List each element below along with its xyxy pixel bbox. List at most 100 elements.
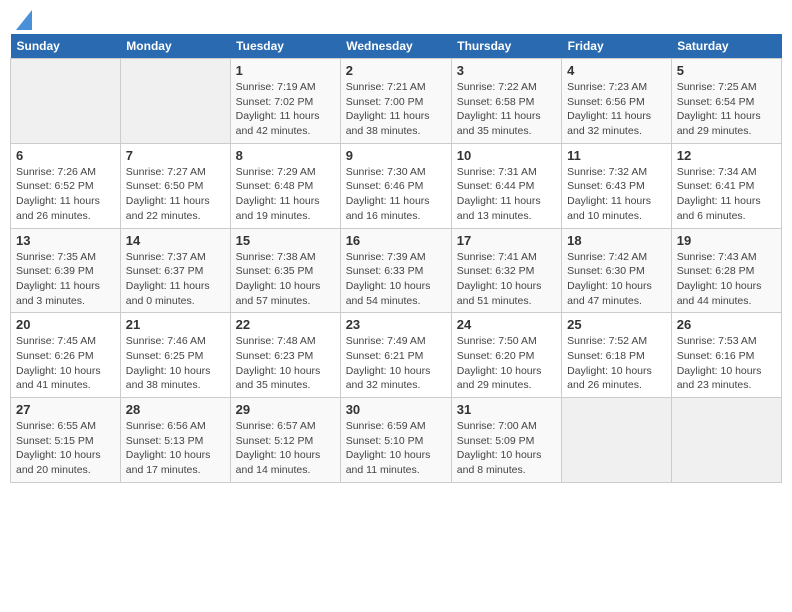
day-info: Sunrise: 7:45 AM Sunset: 6:26 PM Dayligh… — [16, 334, 115, 393]
day-info: Sunrise: 7:53 AM Sunset: 6:16 PM Dayligh… — [677, 334, 776, 393]
day-info: Sunrise: 7:26 AM Sunset: 6:52 PM Dayligh… — [16, 165, 115, 224]
calendar-cell — [11, 59, 121, 144]
day-number: 5 — [677, 63, 776, 78]
calendar-cell: 29 Sunrise: 6:57 AM Sunset: 5:12 PM Dayli… — [230, 398, 340, 483]
day-number: 26 — [677, 317, 776, 332]
calendar-cell — [562, 398, 672, 483]
calendar-cell: 2Sunrise: 7:21 AM Sunset: 7:00 PM Daylig… — [340, 59, 451, 144]
day-number: 21 — [126, 317, 225, 332]
day-info: Sunrise: 7:48 AM Sunset: 6:23 PM Dayligh… — [236, 334, 335, 393]
calendar-cell — [671, 398, 781, 483]
day-info: Sunrise: 7:31 AM Sunset: 6:44 PM Dayligh… — [457, 165, 556, 224]
calendar-cell: 3 Sunrise: 7:22 AM Sunset: 6:58 PM Daylig… — [451, 59, 561, 144]
day-number: 19 — [677, 233, 776, 248]
day-info: Sunrise: 7:25 AM Sunset: 6:54 PM Dayligh… — [677, 80, 776, 139]
day-number: 16 — [346, 233, 446, 248]
day-info: Sunrise: 7:38 AM Sunset: 6:35 PM Dayligh… — [236, 250, 335, 309]
logo-triangle-icon — [16, 10, 32, 30]
day-info: Sunrise: 7:42 AM Sunset: 6:30 PM Dayligh… — [567, 250, 666, 309]
day-number: 12 — [677, 148, 776, 163]
day-info: Sunrise: 7:27 AM Sunset: 6:50 PM Dayligh… — [126, 165, 225, 224]
calendar-cell: 11 Sunrise: 7:32 AM Sunset: 6:43 PM Dayli… — [562, 143, 672, 228]
calendar-cell: 26 Sunrise: 7:53 AM Sunset: 6:16 PM Dayli… — [671, 313, 781, 398]
day-number: 15 — [236, 233, 335, 248]
day-info: Sunrise: 7:30 AM Sunset: 6:46 PM Dayligh… — [346, 165, 446, 224]
day-number: 13 — [16, 233, 115, 248]
day-info: Sunrise: 7:32 AM Sunset: 6:43 PM Dayligh… — [567, 165, 666, 224]
day-info: Sunrise: 7:37 AM Sunset: 6:37 PM Dayligh… — [126, 250, 225, 309]
page-header — [10, 10, 782, 26]
day-number: 10 — [457, 148, 556, 163]
calendar-cell: 13 Sunrise: 7:35 AM Sunset: 6:39 PM Dayli… — [11, 228, 121, 313]
calendar-cell: 5 Sunrise: 7:25 AM Sunset: 6:54 PM Daylig… — [671, 59, 781, 144]
day-info: Sunrise: 6:57 AM Sunset: 5:12 PM Dayligh… — [236, 419, 335, 478]
day-info: Sunrise: 7:34 AM Sunset: 6:41 PM Dayligh… — [677, 165, 776, 224]
day-number: 7 — [126, 148, 225, 163]
weekday-header: Monday — [120, 34, 230, 59]
day-info: Sunrise: 7:21 AM Sunset: 7:00 PM Dayligh… — [346, 80, 446, 139]
day-info: Sunrise: 7:50 AM Sunset: 6:20 PM Dayligh… — [457, 334, 556, 393]
day-number: 6 — [16, 148, 115, 163]
calendar-cell: 22 Sunrise: 7:48 AM Sunset: 6:23 PM Dayli… — [230, 313, 340, 398]
calendar-cell: 18Sunrise: 7:42 AM Sunset: 6:30 PM Dayli… — [562, 228, 672, 313]
day-info: Sunrise: 6:59 AM Sunset: 5:10 PM Dayligh… — [346, 419, 446, 478]
calendar-table: SundayMondayTuesdayWednesdayThursdayFrid… — [10, 34, 782, 483]
day-number: 31 — [457, 402, 556, 417]
day-number: 27 — [16, 402, 115, 417]
calendar-week-row: 13 Sunrise: 7:35 AM Sunset: 6:39 PM Dayli… — [11, 228, 782, 313]
day-info: Sunrise: 7:35 AM Sunset: 6:39 PM Dayligh… — [16, 250, 115, 309]
day-info: Sunrise: 7:41 AM Sunset: 6:32 PM Dayligh… — [457, 250, 556, 309]
weekday-header: Wednesday — [340, 34, 451, 59]
calendar-cell: 25Sunrise: 7:52 AM Sunset: 6:18 PM Dayli… — [562, 313, 672, 398]
calendar-cell: 10 Sunrise: 7:31 AM Sunset: 6:44 PM Dayli… — [451, 143, 561, 228]
day-info: Sunrise: 6:56 AM Sunset: 5:13 PM Dayligh… — [126, 419, 225, 478]
day-info: Sunrise: 7:29 AM Sunset: 6:48 PM Dayligh… — [236, 165, 335, 224]
calendar-cell: 8Sunrise: 7:29 AM Sunset: 6:48 PM Daylig… — [230, 143, 340, 228]
day-number: 14 — [126, 233, 225, 248]
calendar-cell: 1 Sunrise: 7:19 AM Sunset: 7:02 PM Daylig… — [230, 59, 340, 144]
day-info: Sunrise: 7:23 AM Sunset: 6:56 PM Dayligh… — [567, 80, 666, 139]
calendar-cell: 16 Sunrise: 7:39 AM Sunset: 6:33 PM Dayli… — [340, 228, 451, 313]
weekday-header-row: SundayMondayTuesdayWednesdayThursdayFrid… — [11, 34, 782, 59]
calendar-cell: 19Sunrise: 7:43 AM Sunset: 6:28 PM Dayli… — [671, 228, 781, 313]
day-number: 20 — [16, 317, 115, 332]
calendar-cell: 28 Sunrise: 6:56 AM Sunset: 5:13 PM Dayli… — [120, 398, 230, 483]
day-number: 4 — [567, 63, 666, 78]
calendar-cell: 4 Sunrise: 7:23 AM Sunset: 6:56 PM Daylig… — [562, 59, 672, 144]
calendar-cell: 27 Sunrise: 6:55 AM Sunset: 5:15 PM Dayli… — [11, 398, 121, 483]
calendar-cell: 24Sunrise: 7:50 AM Sunset: 6:20 PM Dayli… — [451, 313, 561, 398]
day-number: 23 — [346, 317, 446, 332]
day-info: Sunrise: 7:52 AM Sunset: 6:18 PM Dayligh… — [567, 334, 666, 393]
day-number: 9 — [346, 148, 446, 163]
day-info: Sunrise: 7:19 AM Sunset: 7:02 PM Dayligh… — [236, 80, 335, 139]
calendar-cell: 21 Sunrise: 7:46 AM Sunset: 6:25 PM Dayli… — [120, 313, 230, 398]
day-number: 29 — [236, 402, 335, 417]
weekday-header: Tuesday — [230, 34, 340, 59]
day-number: 28 — [126, 402, 225, 417]
weekday-header: Thursday — [451, 34, 561, 59]
day-number: 30 — [346, 402, 446, 417]
day-number: 1 — [236, 63, 335, 78]
calendar-week-row: 1 Sunrise: 7:19 AM Sunset: 7:02 PM Daylig… — [11, 59, 782, 144]
calendar-cell: 14 Sunrise: 7:37 AM Sunset: 6:37 PM Dayli… — [120, 228, 230, 313]
calendar-cell: 9 Sunrise: 7:30 AM Sunset: 6:46 PM Daylig… — [340, 143, 451, 228]
day-number: 11 — [567, 148, 666, 163]
weekday-header: Saturday — [671, 34, 781, 59]
day-number: 22 — [236, 317, 335, 332]
calendar-week-row: 27 Sunrise: 6:55 AM Sunset: 5:15 PM Dayli… — [11, 398, 782, 483]
day-info: Sunrise: 7:00 AM Sunset: 5:09 PM Dayligh… — [457, 419, 556, 478]
logo — [14, 10, 32, 26]
calendar-cell: 15 Sunrise: 7:38 AM Sunset: 6:35 PM Dayli… — [230, 228, 340, 313]
weekday-header: Friday — [562, 34, 672, 59]
calendar-cell: 7 Sunrise: 7:27 AM Sunset: 6:50 PM Daylig… — [120, 143, 230, 228]
day-info: Sunrise: 7:22 AM Sunset: 6:58 PM Dayligh… — [457, 80, 556, 139]
day-info: Sunrise: 6:55 AM Sunset: 5:15 PM Dayligh… — [16, 419, 115, 478]
day-number: 3 — [457, 63, 556, 78]
calendar-cell: 30 Sunrise: 6:59 AM Sunset: 5:10 PM Dayli… — [340, 398, 451, 483]
calendar-week-row: 20 Sunrise: 7:45 AM Sunset: 6:26 PM Dayli… — [11, 313, 782, 398]
day-info: Sunrise: 7:39 AM Sunset: 6:33 PM Dayligh… — [346, 250, 446, 309]
day-info: Sunrise: 7:46 AM Sunset: 6:25 PM Dayligh… — [126, 334, 225, 393]
calendar-week-row: 6 Sunrise: 7:26 AM Sunset: 6:52 PM Daylig… — [11, 143, 782, 228]
calendar-cell: 31 Sunrise: 7:00 AM Sunset: 5:09 PM Dayli… — [451, 398, 561, 483]
day-info: Sunrise: 7:49 AM Sunset: 6:21 PM Dayligh… — [346, 334, 446, 393]
